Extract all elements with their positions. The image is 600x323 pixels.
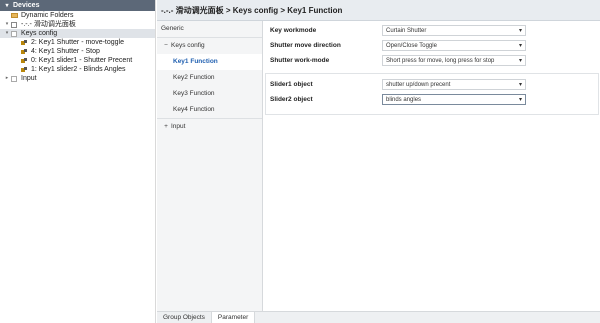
- tree-item-label: 0: Key1 slider1 - Shutter Precent: [31, 57, 133, 64]
- nav-generic-label: Generic: [161, 25, 184, 32]
- shutter-work-mode-select[interactable]: Short press for move, long press for sto…: [382, 55, 526, 66]
- key-workmode-select[interactable]: Curtain Shutter ▾: [382, 25, 526, 36]
- select-value: Open/Close Toggle: [386, 42, 437, 49]
- select-value: Curtain Shutter: [386, 27, 427, 34]
- square-icon: [10, 30, 18, 37]
- dropdown-arrow-icon: ▾: [518, 28, 522, 34]
- nav-key1-label: Key1 Function: [173, 58, 218, 65]
- tab-parameter[interactable]: Parameter: [210, 311, 256, 323]
- breadcrumb: -.-.- 滑动调光面板 > Keys config > Key1 Functi…: [157, 0, 600, 21]
- shutter-move-direction-select[interactable]: Open/Close Toggle ▾: [382, 40, 526, 51]
- tree-item-label: -.-.- 滑动调光面板: [21, 21, 76, 28]
- nav-keys-config[interactable]: − Keys config: [157, 38, 262, 54]
- parameter-form: Key workmode Curtain Shutter ▾ Shutter m…: [264, 21, 600, 311]
- tab-group-objects[interactable]: Group Objects: [157, 312, 211, 323]
- param-label: Slider1 object: [270, 81, 313, 88]
- dropdown-arrow-icon: ▾: [518, 43, 522, 49]
- param-label: Shutter move direction: [270, 42, 341, 49]
- object-icon-shape: [20, 48, 28, 55]
- nav-key4-function[interactable]: Key4 Function: [157, 102, 262, 118]
- param-key-workmode: Key workmode Curtain Shutter ▾: [264, 25, 526, 36]
- nav-key4-label: Key4 Function: [173, 106, 215, 113]
- slider1-object-select[interactable]: shutter up/down precent ▾: [382, 79, 526, 90]
- object-icon: [20, 39, 28, 46]
- parameter-nav: Generic − Keys config Key1 Function Key2 …: [157, 21, 263, 311]
- tree-item[interactable]: ▾ -.-.- 滑动调光面板: [0, 20, 155, 29]
- tab-label: Parameter: [217, 313, 249, 321]
- select-value: blinds angles: [386, 96, 422, 103]
- object-icon-shape: [20, 39, 28, 46]
- tree-item[interactable]: ▾ Keys config: [0, 29, 155, 38]
- select-value: shutter up/down precent: [386, 81, 451, 88]
- param-shutter-move-direction: Shutter move direction Open/Close Toggle…: [264, 40, 526, 51]
- param-shutter-work-mode: Shutter work-mode Short press for move, …: [264, 55, 526, 66]
- object-icon-shape: [20, 66, 28, 73]
- dropdown-arrow-icon: ▾: [518, 82, 522, 88]
- collapse-icon[interactable]: −: [161, 38, 171, 54]
- breadcrumb-text: -.-.- 滑动调光面板 > Keys config > Key1 Functi…: [161, 5, 343, 15]
- param-slider1-object: Slider1 object shutter up/down precent ▾: [264, 79, 526, 90]
- param-label: Slider2 object: [270, 96, 313, 103]
- square-icon-shape: [11, 75, 17, 82]
- nav-input-label: Input: [171, 123, 186, 130]
- object-icon: [20, 57, 28, 64]
- nav-key2-function[interactable]: Key2 Function: [157, 70, 262, 86]
- tree-item-label: Dynamic Folders: [21, 12, 74, 19]
- nav-input[interactable]: + Input: [157, 119, 262, 135]
- tree-item[interactable]: ▸ Input: [0, 74, 155, 83]
- devices-panel: ▾ Devices Dynamic Folders ▾ -.-.- 滑动调光面板 ▾ K…: [0, 0, 156, 323]
- folder-icon: [10, 12, 18, 19]
- tree-item-label: 4: Key1 Shutter - Stop: [31, 48, 100, 55]
- collapse-chevron-icon[interactable]: ▾: [3, 2, 11, 9]
- nav-generic[interactable]: Generic: [157, 21, 262, 37]
- devices-header[interactable]: ▾ Devices: [0, 0, 155, 11]
- tree-item-label: Keys config: [21, 30, 58, 37]
- expand-icon[interactable]: +: [161, 119, 171, 135]
- tree-item[interactable]: 2: Key1 Shutter - move-toggle: [0, 38, 155, 47]
- tree-item-label: 2: Key1 Shutter - move-toggle: [31, 39, 124, 46]
- nav-key3-function[interactable]: Key3 Function: [157, 86, 262, 102]
- tree-item-label: Input: [21, 75, 37, 82]
- tree-item[interactable]: Dynamic Folders: [0, 11, 155, 20]
- param-label: Key workmode: [270, 27, 317, 34]
- folder-icon-shape: [10, 13, 18, 18]
- nav-key3-label: Key3 Function: [173, 90, 215, 97]
- bottom-tab-bar: Group Objects Parameter: [157, 311, 600, 323]
- object-icon: [20, 48, 28, 55]
- device-icon-shape: [11, 21, 17, 28]
- param-slider2-object: Slider2 object blinds angles ▾: [264, 94, 526, 105]
- app-window: ▾ Devices Dynamic Folders ▾ -.-.- 滑动调光面板 ▾ K…: [0, 0, 600, 323]
- tree-item[interactable]: 4: Key1 Shutter - Stop: [0, 47, 155, 56]
- tree-item[interactable]: 0: Key1 slider1 - Shutter Precent: [0, 56, 155, 65]
- tree-item-label: 1: Key1 slider2 - Blinds Angles: [31, 66, 126, 73]
- device-icon: [10, 21, 18, 28]
- dropdown-arrow-icon: ▾: [518, 97, 522, 103]
- square-icon: [10, 75, 18, 82]
- dropdown-arrow-icon: ▾: [518, 58, 522, 64]
- device-tree: Dynamic Folders ▾ -.-.- 滑动调光面板 ▾ Keys config…: [0, 11, 155, 83]
- object-icon: [20, 66, 28, 73]
- square-icon-shape: [11, 30, 17, 37]
- select-value: Short press for move, long press for sto…: [386, 57, 495, 64]
- nav-key1-function[interactable]: Key1 Function: [157, 54, 262, 70]
- nav-keys-config-label: Keys config: [171, 42, 205, 49]
- tab-label: Group Objects: [163, 313, 205, 321]
- object-icon-shape: [20, 57, 28, 64]
- slider2-object-select[interactable]: blinds angles ▾: [382, 94, 526, 105]
- devices-title: Devices: [13, 2, 40, 9]
- param-label: Shutter work-mode: [270, 57, 330, 64]
- tree-item[interactable]: 1: Key1 slider2 - Blinds Angles: [0, 65, 155, 74]
- nav-key2-label: Key2 Function: [173, 74, 215, 81]
